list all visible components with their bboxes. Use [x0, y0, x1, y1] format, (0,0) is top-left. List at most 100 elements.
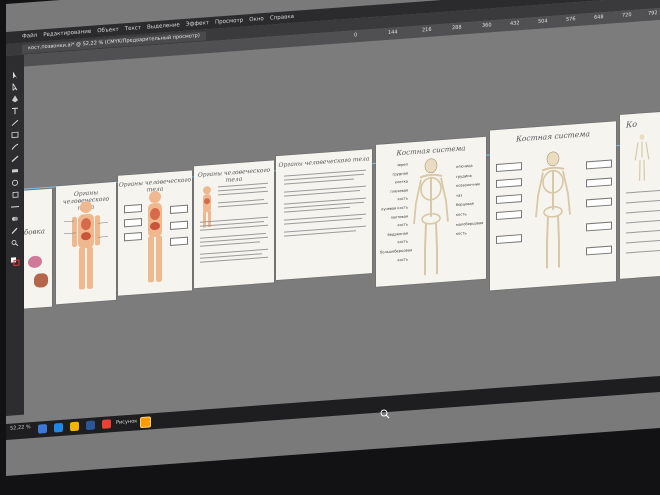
label-box: [586, 221, 612, 232]
artboard-4[interactable]: Органы человеческого тела: [276, 149, 372, 281]
bone-label: берцовая кость: [456, 202, 474, 217]
bone-label: плечевая кость: [390, 188, 408, 202]
label-box: [586, 159, 612, 170]
text-line: [626, 229, 660, 234]
bone-label: позвоночник: [456, 182, 481, 189]
shape-builder-tool-icon[interactable]: [10, 207, 20, 221]
artboard-1[interactable]: Органы человеческого тела: [56, 181, 116, 305]
line-tool-icon[interactable]: [10, 111, 20, 126]
artboard-2[interactable]: Органы человеческого тела: [118, 170, 192, 296]
label-box: [170, 204, 188, 214]
label-box: [586, 197, 612, 208]
monitor: Файл Редактирование Объект Текст Выделен…: [0, 0, 660, 495]
file-explorer-icon[interactable]: [70, 421, 79, 432]
text-line: [626, 189, 660, 194]
partial-title: бовка: [24, 227, 45, 237]
zoom-level[interactable]: 52,22 %: [10, 424, 31, 432]
zoom-tool-icon[interactable]: [10, 231, 20, 247]
organ-illustration: [28, 255, 42, 269]
illustrator-window: Файл Редактирование Объект Текст Выделен…: [6, 0, 660, 476]
text-line: [218, 202, 268, 208]
zoom-cursor-icon: [380, 404, 390, 423]
artboard-7-partial[interactable]: Ко: [620, 110, 660, 279]
menu-edit[interactable]: Редактирование: [43, 29, 91, 39]
skeleton-illustration: [413, 158, 449, 276]
windows-start-icon[interactable]: [38, 423, 47, 434]
ruler-label: 216: [422, 26, 432, 34]
label-box: [170, 236, 188, 246]
label-box: [124, 218, 142, 228]
ruler-label: 432: [510, 20, 520, 27]
menu-help[interactable]: Справка: [270, 14, 294, 22]
text-line: [626, 239, 660, 244]
label-box: [170, 220, 188, 230]
menu-select[interactable]: Выделение: [147, 22, 180, 30]
menu-file[interactable]: Файл: [22, 33, 37, 40]
word-icon[interactable]: [86, 420, 95, 431]
label-box: [586, 177, 612, 188]
human-body-organs-illustration: [64, 201, 108, 290]
text-line: [626, 219, 660, 224]
organ-illustration: [34, 272, 48, 288]
eyedropper-tool-icon[interactable]: [10, 219, 20, 234]
fill-stroke-icon[interactable]: [10, 251, 20, 266]
label-box: [586, 245, 612, 256]
app-icon[interactable]: [102, 419, 111, 429]
taskbar-active-app[interactable]: Рисунок: [116, 418, 137, 426]
label-box: [496, 162, 522, 173]
width-tool-icon[interactable]: [10, 195, 20, 208]
ruler-label: 504: [538, 18, 548, 25]
label-box: [496, 178, 522, 189]
artboard-3[interactable]: Органы человеческого тела: [194, 160, 274, 289]
text-line: [218, 190, 268, 196]
selection-tool-icon[interactable]: [10, 63, 20, 79]
menu-effect[interactable]: Эффект: [186, 20, 209, 28]
illustrator-icon[interactable]: [140, 416, 151, 429]
text-line: [626, 249, 660, 254]
rotate-tool-icon[interactable]: [10, 171, 20, 186]
bone-label: большеберцовая кость: [380, 248, 413, 262]
label-box: [496, 234, 522, 245]
browser-icon[interactable]: [54, 422, 63, 433]
direct-selection-tool-icon[interactable]: [10, 75, 20, 92]
label-box: [496, 194, 522, 205]
artboard-title: Ко: [626, 119, 638, 130]
text-line: [626, 199, 660, 204]
label-box: [496, 210, 522, 221]
label-box: [124, 204, 142, 214]
ruler-label: 576: [566, 16, 576, 23]
type-tool-icon[interactable]: [10, 99, 20, 115]
menu-window[interactable]: Окно: [249, 16, 264, 23]
artboard-title: Костная система: [516, 129, 590, 144]
ruler-label: 288: [452, 24, 462, 32]
ruler-label: 0: [354, 32, 358, 39]
eraser-tool-icon[interactable]: [10, 159, 20, 173]
artboard-6[interactable]: Костная система: [490, 121, 616, 291]
bone-label: бедренная кость: [387, 231, 408, 245]
human-body-organs-illustration: [148, 191, 162, 283]
ruler-label: 648: [594, 14, 604, 21]
menu-object[interactable]: Объект: [97, 27, 119, 35]
menu-view[interactable]: Просмотр: [215, 18, 243, 26]
bone-label: грудная клетка: [392, 171, 409, 185]
small-body-illustration: [203, 186, 211, 228]
small-skeleton-illustration: [634, 134, 650, 181]
ruler-label: 792: [648, 10, 658, 17]
skeleton-illustration: [535, 151, 571, 269]
brush-tool-icon[interactable]: [10, 135, 20, 150]
label-box: [124, 232, 142, 242]
ruler-label: 720: [622, 12, 632, 19]
bone-label: локтевая кость: [390, 214, 408, 228]
artboard-title: Органы человеческого тела: [278, 155, 370, 169]
rectangle-tool-icon[interactable]: [10, 123, 20, 138]
pen-tool-icon[interactable]: [10, 87, 20, 103]
bone-label: малоберцовая кость: [456, 220, 484, 237]
pencil-tool-icon[interactable]: [10, 147, 20, 163]
ruler-label: 144: [388, 29, 398, 36]
menu-text[interactable]: Текст: [125, 25, 141, 32]
ruler-label: 360: [482, 22, 492, 30]
tools-panel: [6, 54, 24, 416]
scale-tool-icon[interactable]: [10, 183, 20, 198]
artboard-5[interactable]: Костная система череп грудная клетка пле…: [376, 136, 486, 287]
artboard-partial[interactable]: бовка: [24, 188, 52, 309]
